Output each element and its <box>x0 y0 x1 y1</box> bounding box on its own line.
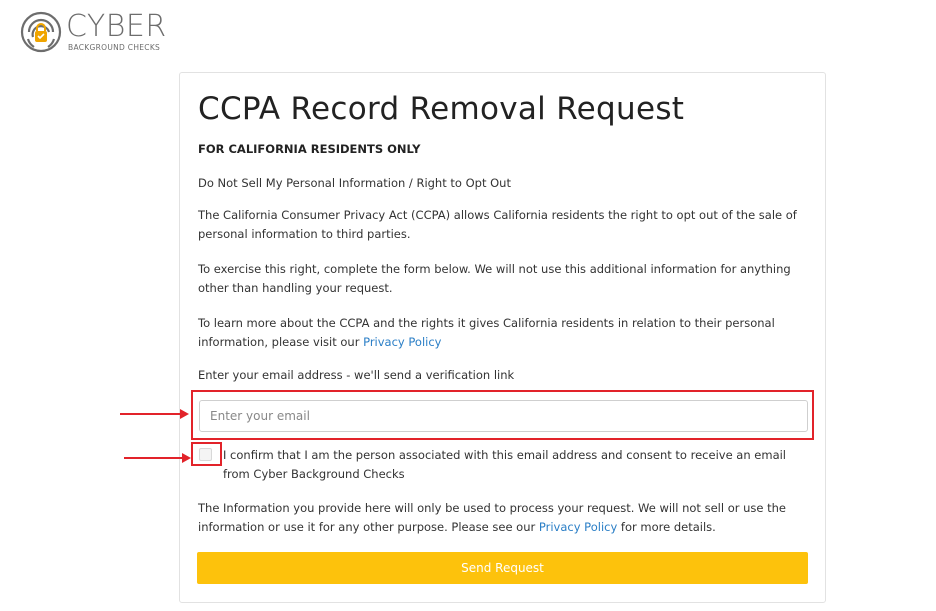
learn-more-paragraph: To learn more about the CCPA and the rig… <box>198 314 808 352</box>
site-header: CYBER BACKGROUND CHECKS <box>20 6 167 58</box>
arrow-right-icon <box>124 453 191 463</box>
brand-logo-text[interactable]: CYBER BACKGROUND CHECKS <box>66 9 167 53</box>
email-input[interactable] <box>199 400 808 432</box>
brand-subtitle: BACKGROUND CHECKS <box>68 43 161 52</box>
intro-text: Do Not Sell My Personal Information / Ri… <box>198 176 511 190</box>
exercise-paragraph: To exercise this right, complete the for… <box>198 262 791 295</box>
arrow-right-icon <box>120 409 189 419</box>
email-label: Enter your email address - we'll send a … <box>198 368 515 382</box>
ccpa-paragraph: The California Consumer Privacy Act (CCP… <box>198 208 797 241</box>
send-request-button[interactable]: Send Request <box>197 552 808 584</box>
footer-paragraph: The Information you provide here will on… <box>198 499 808 537</box>
privacy-policy-link[interactable]: Privacy Policy <box>363 335 441 349</box>
fingerprint-lock-logo-icon[interactable] <box>20 9 62 55</box>
consent-label[interactable]: I confirm that I am the person associate… <box>223 446 813 484</box>
footer-suffix: for more details. <box>617 520 716 534</box>
brand-name: CYBER <box>66 9 167 44</box>
page-title: CCPA Record Removal Request <box>198 91 685 127</box>
email-highlight-box <box>191 390 814 440</box>
form-subtitle: FOR CALIFORNIA RESIDENTS ONLY <box>198 142 421 156</box>
footer-privacy-policy-link[interactable]: Privacy Policy <box>539 520 617 534</box>
consent-checkbox[interactable] <box>199 448 212 461</box>
checkbox-highlight-box <box>191 442 222 466</box>
learn-more-text: To learn more about the CCPA and the rig… <box>198 316 775 349</box>
ccpa-form-card: CCPA Record Removal Request FOR CALIFORN… <box>179 72 826 603</box>
